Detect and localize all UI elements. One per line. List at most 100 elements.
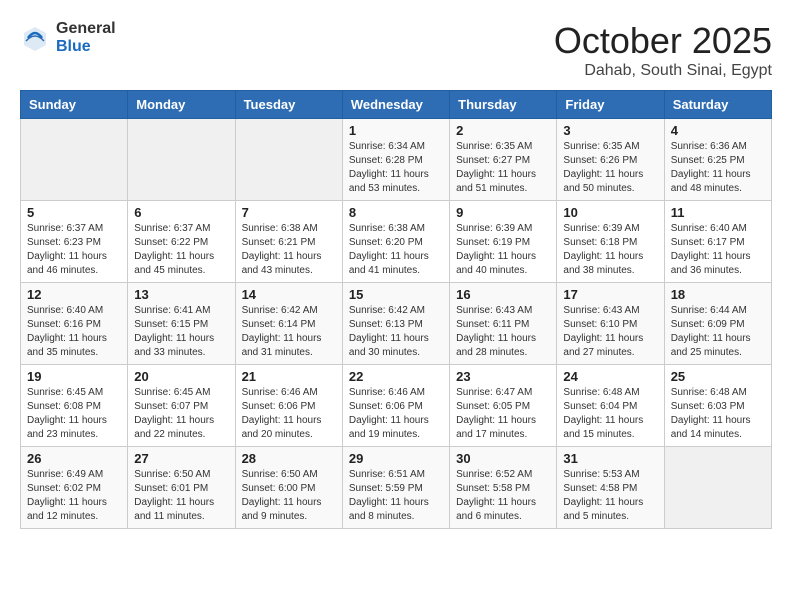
day-number: 17 bbox=[563, 287, 657, 302]
day-number: 27 bbox=[134, 451, 228, 466]
calendar-cell: 28 Sunrise: 6:50 AM Sunset: 6:00 PM Dayli… bbox=[235, 447, 342, 529]
day-info: Sunrise: 6:48 AM Sunset: 6:03 PM Dayligh… bbox=[671, 386, 765, 442]
day-number: 1 bbox=[349, 123, 443, 138]
calendar-cell: 17 Sunrise: 6:43 AM Sunset: 6:10 PM Dayli… bbox=[557, 283, 664, 365]
day-header-monday: Monday bbox=[128, 91, 235, 119]
day-number: 12 bbox=[27, 287, 121, 302]
day-number: 19 bbox=[27, 369, 121, 384]
calendar-cell: 1 Sunrise: 6:34 AM Sunset: 6:28 PM Daylig… bbox=[342, 119, 449, 201]
calendar-cell: 26 Sunrise: 6:49 AM Sunset: 6:02 PM Dayli… bbox=[21, 447, 128, 529]
calendar-cell: 16 Sunrise: 6:43 AM Sunset: 6:11 PM Dayli… bbox=[450, 283, 557, 365]
day-info: Sunrise: 6:47 AM Sunset: 6:05 PM Dayligh… bbox=[456, 386, 550, 442]
day-number: 7 bbox=[242, 205, 336, 220]
calendar-cell: 10 Sunrise: 6:39 AM Sunset: 6:18 PM Dayli… bbox=[557, 201, 664, 283]
day-info: Sunrise: 6:44 AM Sunset: 6:09 PM Dayligh… bbox=[671, 304, 765, 360]
calendar-cell: 31Sunrise: 5:53 AM Sunset: 4:58 PM Dayli… bbox=[557, 447, 664, 529]
day-header-saturday: Saturday bbox=[664, 91, 771, 119]
day-info: Sunrise: 6:39 AM Sunset: 6:18 PM Dayligh… bbox=[563, 222, 657, 278]
calendar-cell: 13 Sunrise: 6:41 AM Sunset: 6:15 PM Dayli… bbox=[128, 283, 235, 365]
calendar-cell: 27 Sunrise: 6:50 AM Sunset: 6:01 PM Dayli… bbox=[128, 447, 235, 529]
calendar-cell bbox=[128, 119, 235, 201]
day-number: 22 bbox=[349, 369, 443, 384]
day-info: Sunrise: 6:36 AM Sunset: 6:25 PM Dayligh… bbox=[671, 140, 765, 196]
calendar-cell bbox=[235, 119, 342, 201]
day-number: 30 bbox=[456, 451, 550, 466]
days-header-row: SundayMondayTuesdayWednesdayThursdayFrid… bbox=[21, 91, 772, 119]
calendar-cell: 23 Sunrise: 6:47 AM Sunset: 6:05 PM Dayli… bbox=[450, 365, 557, 447]
day-number: 16 bbox=[456, 287, 550, 302]
calendar-cell: 9Sunrise: 6:39 AM Sunset: 6:19 PM Daylig… bbox=[450, 201, 557, 283]
calendar-cell: 25 Sunrise: 6:48 AM Sunset: 6:03 PM Dayli… bbox=[664, 365, 771, 447]
day-info: Sunrise: 6:42 AM Sunset: 6:13 PM Dayligh… bbox=[349, 304, 443, 360]
day-number: 2 bbox=[456, 123, 550, 138]
calendar-cell: 22 Sunrise: 6:46 AM Sunset: 6:06 PM Dayli… bbox=[342, 365, 449, 447]
week-row-3: 12 Sunrise: 6:40 AM Sunset: 6:16 PM Dayli… bbox=[21, 283, 772, 365]
week-row-1: 1 Sunrise: 6:34 AM Sunset: 6:28 PM Daylig… bbox=[21, 119, 772, 201]
day-info: Sunrise: 6:35 AM Sunset: 6:26 PM Dayligh… bbox=[563, 140, 657, 196]
day-number: 26 bbox=[27, 451, 121, 466]
week-row-2: 5 Sunrise: 6:37 AM Sunset: 6:23 PM Daylig… bbox=[21, 201, 772, 283]
calendar-cell bbox=[21, 119, 128, 201]
calendar-table: SundayMondayTuesdayWednesdayThursdayFrid… bbox=[20, 90, 772, 529]
week-row-5: 26 Sunrise: 6:49 AM Sunset: 6:02 PM Dayli… bbox=[21, 447, 772, 529]
calendar-cell: 3 Sunrise: 6:35 AM Sunset: 6:26 PM Daylig… bbox=[557, 119, 664, 201]
calendar-cell: 30 Sunrise: 6:52 AM Sunset: 5:58 PM Dayli… bbox=[450, 447, 557, 529]
day-header-friday: Friday bbox=[557, 91, 664, 119]
day-number: 3 bbox=[563, 123, 657, 138]
day-number: 6 bbox=[134, 205, 228, 220]
day-info: Sunrise: 6:41 AM Sunset: 6:15 PM Dayligh… bbox=[134, 304, 228, 360]
day-number: 25 bbox=[671, 369, 765, 384]
day-info: Sunrise: 6:37 AM Sunset: 6:23 PM Dayligh… bbox=[27, 222, 121, 278]
day-number: 31 bbox=[563, 451, 657, 466]
logo: General Blue bbox=[20, 20, 116, 55]
day-number: 15 bbox=[349, 287, 443, 302]
day-number: 24 bbox=[563, 369, 657, 384]
day-number: 5 bbox=[27, 205, 121, 220]
day-info: Sunrise: 6:43 AM Sunset: 6:11 PM Dayligh… bbox=[456, 304, 550, 360]
calendar-cell: 18 Sunrise: 6:44 AM Sunset: 6:09 PM Dayli… bbox=[664, 283, 771, 365]
day-info: Sunrise: 6:43 AM Sunset: 6:10 PM Dayligh… bbox=[563, 304, 657, 360]
calendar-cell: 8Sunrise: 6:38 AM Sunset: 6:20 PM Daylig… bbox=[342, 201, 449, 283]
day-info: Sunrise: 6:37 AM Sunset: 6:22 PM Dayligh… bbox=[134, 222, 228, 278]
calendar-cell: 4 Sunrise: 6:36 AM Sunset: 6:25 PM Daylig… bbox=[664, 119, 771, 201]
day-number: 10 bbox=[563, 205, 657, 220]
day-info: Sunrise: 6:40 AM Sunset: 6:17 PM Dayligh… bbox=[671, 222, 765, 278]
day-number: 14 bbox=[242, 287, 336, 302]
day-info: Sunrise: 6:50 AM Sunset: 6:00 PM Dayligh… bbox=[242, 468, 336, 524]
day-info: Sunrise: 6:48 AM Sunset: 6:04 PM Dayligh… bbox=[563, 386, 657, 442]
logo-text: General Blue bbox=[56, 20, 116, 55]
day-number: 20 bbox=[134, 369, 228, 384]
day-number: 11 bbox=[671, 205, 765, 220]
calendar-cell: 19Sunrise: 6:45 AM Sunset: 6:08 PM Dayli… bbox=[21, 365, 128, 447]
day-info: Sunrise: 6:46 AM Sunset: 6:06 PM Dayligh… bbox=[349, 386, 443, 442]
day-header-sunday: Sunday bbox=[21, 91, 128, 119]
day-info: Sunrise: 6:42 AM Sunset: 6:14 PM Dayligh… bbox=[242, 304, 336, 360]
calendar-cell: 15 Sunrise: 6:42 AM Sunset: 6:13 PM Dayli… bbox=[342, 283, 449, 365]
day-number: 23 bbox=[456, 369, 550, 384]
day-info: Sunrise: 6:38 AM Sunset: 6:20 PM Dayligh… bbox=[349, 222, 443, 278]
calendar-cell: 21Sunrise: 6:46 AM Sunset: 6:06 PM Dayli… bbox=[235, 365, 342, 447]
day-info: Sunrise: 6:49 AM Sunset: 6:02 PM Dayligh… bbox=[27, 468, 121, 524]
calendar-cell: 2Sunrise: 6:35 AM Sunset: 6:27 PM Daylig… bbox=[450, 119, 557, 201]
day-info: Sunrise: 6:40 AM Sunset: 6:16 PM Dayligh… bbox=[27, 304, 121, 360]
day-number: 4 bbox=[671, 123, 765, 138]
calendar-cell: 7Sunrise: 6:38 AM Sunset: 6:21 PM Daylig… bbox=[235, 201, 342, 283]
day-number: 28 bbox=[242, 451, 336, 466]
location: Dahab, South Sinai, Egypt bbox=[554, 62, 772, 80]
day-number: 18 bbox=[671, 287, 765, 302]
week-row-4: 19Sunrise: 6:45 AM Sunset: 6:08 PM Dayli… bbox=[21, 365, 772, 447]
day-info: Sunrise: 6:50 AM Sunset: 6:01 PM Dayligh… bbox=[134, 468, 228, 524]
logo-icon bbox=[20, 23, 50, 53]
day-info: Sunrise: 6:46 AM Sunset: 6:06 PM Dayligh… bbox=[242, 386, 336, 442]
day-number: 13 bbox=[134, 287, 228, 302]
calendar-cell: 11 Sunrise: 6:40 AM Sunset: 6:17 PM Dayli… bbox=[664, 201, 771, 283]
day-info: Sunrise: 6:52 AM Sunset: 5:58 PM Dayligh… bbox=[456, 468, 550, 524]
page-header: General Blue October 2025 Dahab, South S… bbox=[20, 20, 772, 80]
calendar-cell bbox=[664, 447, 771, 529]
day-info: Sunrise: 6:34 AM Sunset: 6:28 PM Dayligh… bbox=[349, 140, 443, 196]
calendar-cell: 24 Sunrise: 6:48 AM Sunset: 6:04 PM Dayli… bbox=[557, 365, 664, 447]
calendar-cell: 5 Sunrise: 6:37 AM Sunset: 6:23 PM Daylig… bbox=[21, 201, 128, 283]
day-header-tuesday: Tuesday bbox=[235, 91, 342, 119]
day-info: Sunrise: 6:39 AM Sunset: 6:19 PM Dayligh… bbox=[456, 222, 550, 278]
calendar-cell: 6 Sunrise: 6:37 AM Sunset: 6:22 PM Daylig… bbox=[128, 201, 235, 283]
